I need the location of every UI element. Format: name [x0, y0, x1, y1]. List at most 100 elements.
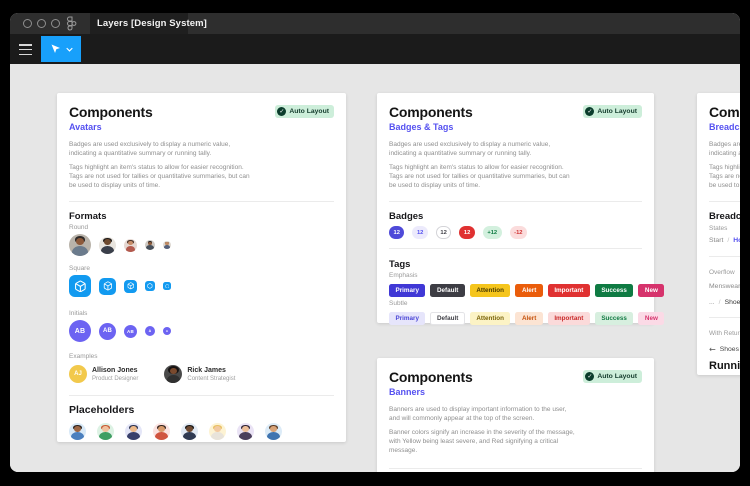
- example-role: Product Designer: [92, 375, 139, 382]
- close-window-icon[interactable]: [23, 19, 32, 28]
- breadcrumb-item: Menswear: [709, 283, 740, 290]
- page-title: Running Shoes: [709, 360, 740, 372]
- square-avatar-row: [69, 275, 334, 297]
- divider: [389, 468, 642, 469]
- auto-layout-badge: ✓ Auto Layout: [583, 105, 642, 118]
- card-subtitle: Avatars: [69, 122, 102, 132]
- breadcrumb-overflow-2: ... / Shoes: [709, 299, 740, 306]
- avatar-square: [163, 282, 171, 290]
- avatar-head: [75, 237, 85, 246]
- avatar-head: [128, 240, 133, 246]
- card-subtitle: Badges & Tags: [389, 122, 454, 132]
- cube-icon: [103, 281, 112, 291]
- divider: [389, 248, 642, 249]
- divider: [709, 317, 740, 318]
- badge-pill: 12: [435, 226, 452, 239]
- section-heading-breadcrumbs: Breadcrumbs: [709, 211, 740, 222]
- divider: [389, 201, 642, 202]
- check-icon: ✓: [585, 107, 595, 116]
- breadcrumb-states: Start / Home: [709, 237, 740, 244]
- cube-icon: [165, 283, 169, 289]
- example-name: Rick James: [187, 366, 226, 374]
- placeholder-avatar: [153, 423, 170, 440]
- tag-pill: New: [638, 312, 665, 325]
- auto-layout-badge: ✓ Auto Layout: [275, 105, 334, 118]
- maximize-window-icon[interactable]: [51, 19, 60, 28]
- examples-row: AJ Allison Jones Product Designer Rick J…: [69, 365, 334, 383]
- back-arrow-icon: ←: [709, 345, 716, 354]
- frame-banners[interactable]: Components Banners ✓ Auto Layout Banners…: [377, 358, 654, 472]
- subtle-tag-row: Primary Default Attention Alert Important Suc…: [389, 312, 665, 325]
- breadcrumb-item: Start: [709, 237, 724, 244]
- window-controls: [23, 19, 60, 28]
- placeholder-avatar: [265, 423, 282, 440]
- avatar-round: [99, 236, 116, 254]
- menu-button[interactable]: [19, 44, 32, 58]
- card-subtitle: Breadcrumbs: [709, 122, 740, 132]
- avatar-square: [145, 281, 155, 291]
- badge-row: 12 12 12 12 +12 -12: [389, 226, 642, 239]
- file-tab-label: Layers [Design System]: [97, 18, 207, 29]
- badge-pill: +12: [482, 226, 502, 239]
- placeholder-avatar: [125, 423, 142, 440]
- description-paragraph: Banner colors signify an increase in the…: [389, 429, 575, 454]
- divider: [709, 201, 740, 202]
- emphasis-label: Emphasis: [389, 272, 418, 279]
- placeholder-avatar-row: [69, 423, 334, 440]
- avatar-square: [124, 279, 137, 293]
- tag-pill: Success: [594, 312, 634, 325]
- placeholder-avatar: [181, 423, 198, 440]
- examples-label: Examples: [69, 353, 98, 360]
- initials-avatar-row: AB AB AB A A: [69, 320, 334, 342]
- example-role: Content Strategist: [187, 375, 236, 382]
- tag-pill: Default: [430, 312, 465, 325]
- placeholder-avatar: [69, 423, 86, 440]
- tag-pill: Default: [430, 284, 465, 297]
- move-tool-button[interactable]: [41, 36, 81, 62]
- auto-layout-label: Auto Layout: [597, 373, 637, 380]
- tag-pill: Important: [547, 284, 590, 297]
- emphasis-tag-row: Primary Default Attention Alert Important Suc…: [389, 284, 665, 297]
- example-user: Rick James Content Strategist: [164, 365, 235, 383]
- frame-avatars[interactable]: Components Avatars ✓ Auto Layout Badges …: [57, 93, 346, 442]
- avatar-shirt: [146, 245, 154, 250]
- tag-pill: Success: [594, 284, 634, 297]
- chevron-down-icon: [65, 47, 73, 52]
- description-paragraph: Tags highlight an item's status to allow…: [389, 164, 570, 189]
- divider: [69, 201, 334, 202]
- overflow-label: Overflow: [709, 269, 735, 276]
- cursor-icon: [51, 44, 60, 53]
- badge-pill: 12: [389, 226, 405, 239]
- placeholder-avatar: [209, 423, 226, 440]
- subtle-label: Subtle: [389, 300, 408, 307]
- design-canvas[interactable]: Components Avatars ✓ Auto Layout Badges …: [10, 64, 740, 472]
- avatar-round: [163, 241, 171, 249]
- description-paragraph: Banners are used to display important in…: [389, 406, 567, 422]
- avatar-head: [104, 239, 111, 246]
- breadcrumb-item: Shoes: [724, 299, 740, 306]
- badge-pill: -12: [509, 226, 528, 239]
- file-tab[interactable]: Layers [Design System]: [90, 13, 207, 34]
- avatar-photo: [164, 365, 183, 383]
- tag-pill: Alert: [515, 312, 543, 325]
- toolbar: [10, 34, 740, 64]
- tag-pill: Important: [547, 312, 590, 325]
- description-paragraph: Badges are used exclusively to display a…: [69, 141, 231, 157]
- divider: [69, 395, 334, 396]
- minimize-window-icon[interactable]: [37, 19, 46, 28]
- size-label-initials: Initials: [69, 310, 88, 317]
- check-icon: ✓: [277, 107, 287, 116]
- avatar-initials: AB: [124, 324, 137, 338]
- avatar-shirt: [164, 245, 170, 249]
- breadcrumb-overflow-1: Menswear / Shoes: [709, 283, 740, 290]
- screen-background: Layers [Design System] Components Avatar…: [0, 0, 750, 486]
- divider: [709, 256, 740, 257]
- frame-badges-tags[interactable]: Components Badges & Tags ✓ Auto Layout B…: [377, 93, 665, 325]
- tag-pill: Alert: [515, 284, 543, 297]
- avatar-round: [145, 240, 155, 250]
- placeholder-avatar: [237, 423, 254, 440]
- avatar-round: [69, 234, 91, 256]
- back-label: Shoes: [719, 346, 739, 353]
- frame-breadcrumbs[interactable]: Components Breadcrumbs Badges are used e…: [697, 93, 740, 375]
- figma-logo-icon: [67, 16, 77, 31]
